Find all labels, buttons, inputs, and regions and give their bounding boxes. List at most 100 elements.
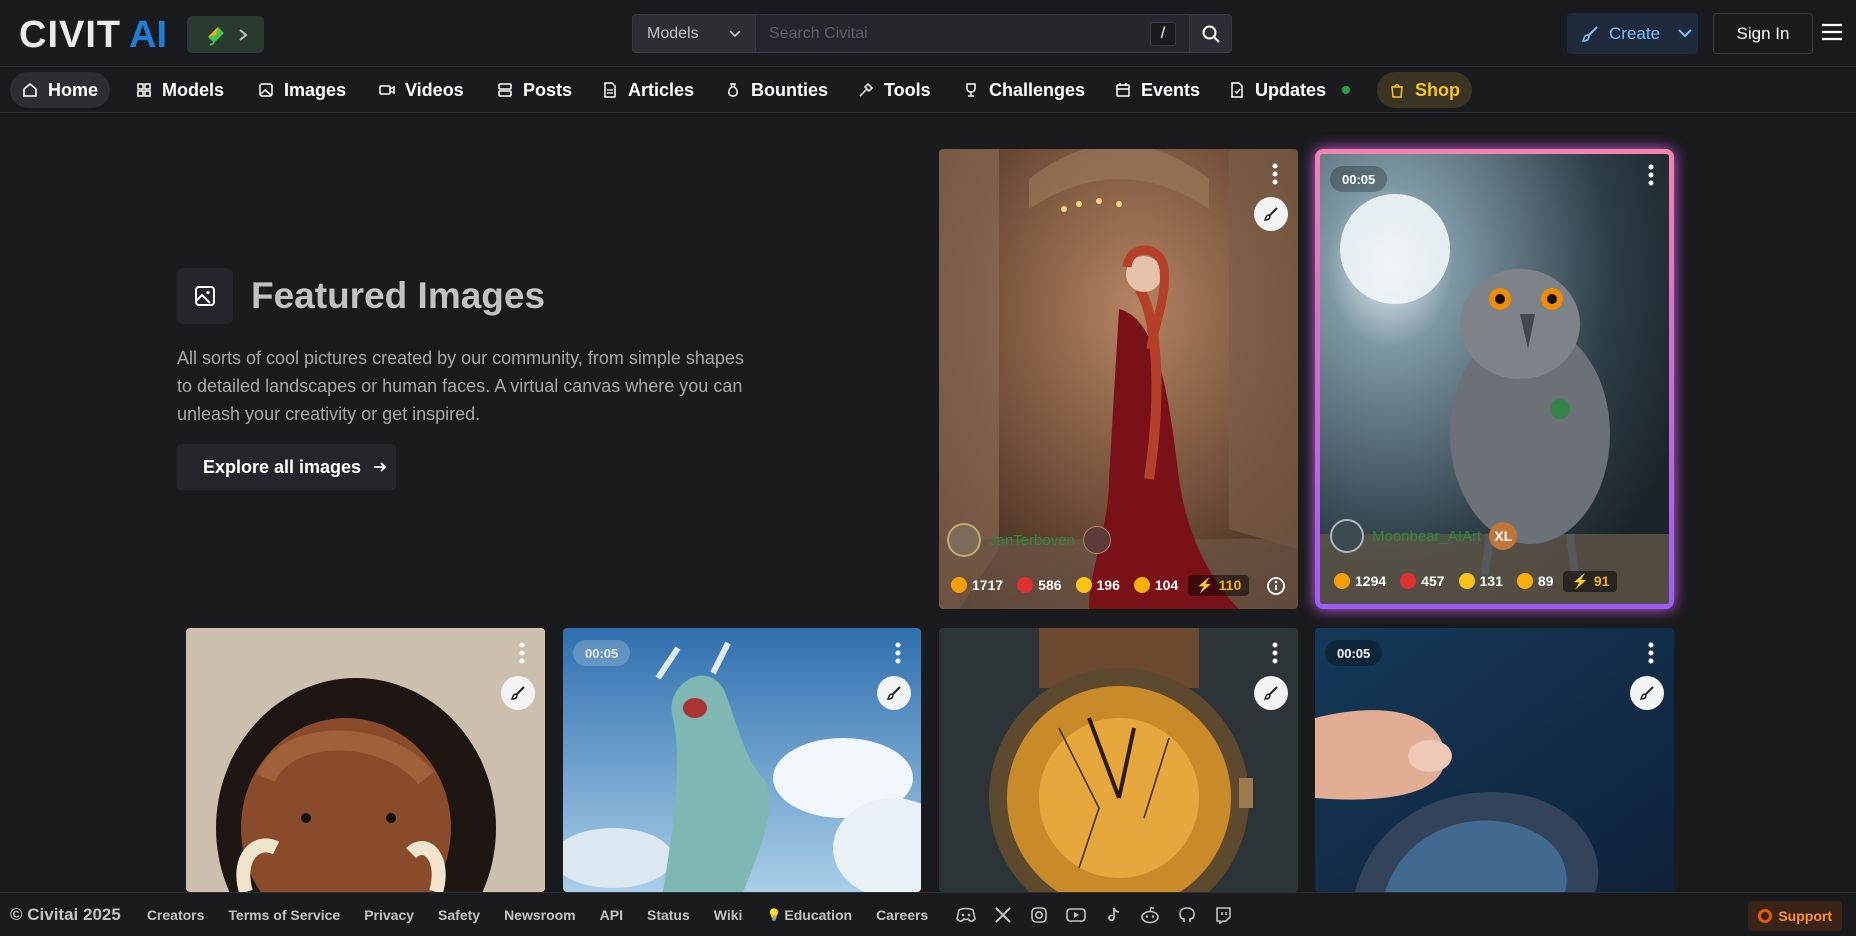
buzz-tip[interactable]: ⚡ 91 (1563, 570, 1618, 592)
image-card[interactable]: 00:05 Moonbear_AIArt XL 1294 457 131 89 … (1315, 149, 1674, 609)
nav-item-posts[interactable]: Posts (485, 72, 584, 108)
more-options-icon[interactable] (519, 642, 525, 664)
nav-label: Challenges (989, 79, 1086, 100)
remix-icon[interactable] (1254, 676, 1288, 710)
create-button[interactable]: Create (1567, 13, 1698, 54)
support-button[interactable]: Support (1748, 901, 1842, 931)
explore-all-images-button[interactable]: Explore all images (177, 444, 396, 490)
footer-link-wiki[interactable]: Wiki (714, 907, 743, 923)
reactions-bar: 1294 457 131 89 ⚡ 91 (1330, 568, 1618, 594)
card-user[interactable]: Moonbear_AIArt XL (1330, 519, 1518, 553)
reaction-cry[interactable]: 104 (1130, 577, 1182, 593)
lightning-icon: ⚡ (1196, 576, 1214, 593)
cry-icon (1516, 573, 1533, 589)
nav-item-models[interactable]: Models (124, 72, 236, 108)
nav-item-videos[interactable]: Videos (367, 72, 476, 108)
arrow-right-icon (373, 461, 387, 473)
search-shortcut-key: / (1150, 22, 1176, 46)
search-bar: Models / (632, 14, 1232, 53)
shopping-bag-icon (1389, 82, 1405, 98)
video-duration: 00:05 (1325, 640, 1383, 666)
search-button[interactable] (1190, 14, 1232, 53)
reaction-like[interactable]: 1717 (947, 577, 1007, 593)
nav-label: Images (284, 79, 347, 100)
youtube-icon[interactable] (1066, 907, 1087, 923)
brush-icon (1581, 25, 1599, 43)
footer-link-creators[interactable]: Creators (147, 907, 205, 923)
image-card[interactable]: 00:05 (563, 628, 921, 892)
menu-icon[interactable] (1821, 23, 1843, 41)
reaction-cry[interactable]: 89 (1513, 573, 1558, 589)
lightbulb-icon: 💡 (766, 907, 782, 922)
footer-link-terms[interactable]: Terms of Service (228, 907, 340, 923)
image-card[interactable] (939, 628, 1298, 892)
video-duration: 00:05 (1330, 166, 1388, 192)
laugh-icon (1075, 577, 1092, 593)
nav-item-updates[interactable]: Updates (1217, 72, 1362, 108)
github-icon[interactable] (1178, 906, 1196, 924)
reaction-heart[interactable]: 586 (1013, 577, 1065, 593)
footer-link-education[interactable]: 💡 Education (766, 907, 852, 923)
nav-label: Articles (628, 79, 695, 100)
image-card[interactable] (186, 628, 545, 892)
footer-link-safety[interactable]: Safety (438, 907, 480, 923)
search-scope-select[interactable]: Models (632, 14, 756, 53)
nav-label: Models (162, 79, 225, 100)
remix-icon[interactable] (877, 676, 911, 710)
info-icon[interactable] (1266, 576, 1286, 596)
more-options-icon[interactable] (1272, 642, 1278, 664)
footer-link-careers[interactable]: Careers (876, 907, 928, 923)
buzz-tip[interactable]: ⚡ 110 (1188, 574, 1250, 596)
instagram-icon[interactable] (1030, 906, 1048, 924)
card-image (1315, 628, 1674, 892)
home-icon (22, 82, 38, 98)
nav-item-images[interactable]: Images (246, 72, 358, 108)
tiktok-icon[interactable] (1104, 906, 1122, 924)
remix-icon[interactable] (501, 676, 535, 710)
nav-item-events[interactable]: Events (1103, 72, 1212, 108)
image-card[interactable]: JanTerboven 1717 586 196 104 ⚡ 110 (939, 149, 1298, 609)
footer-link-newsroom[interactable]: Newsroom (504, 907, 576, 923)
nav-item-articles[interactable]: Articles (590, 72, 706, 108)
nav-item-home[interactable]: Home (10, 72, 111, 108)
more-options-icon[interactable] (1648, 164, 1654, 186)
image-card[interactable]: 00:05 (1315, 628, 1674, 892)
more-options-icon[interactable] (1648, 642, 1654, 664)
civitai-logo[interactable]: CIVIT AI (19, 17, 177, 51)
kite-icon (204, 23, 228, 47)
more-options-icon[interactable] (895, 642, 901, 664)
buzz-promo-button[interactable] (187, 16, 264, 53)
x-twitter-icon[interactable] (994, 906, 1012, 924)
lightning-icon: ⚡ (1571, 572, 1589, 589)
reaction-heart[interactable]: 457 (1396, 573, 1448, 589)
social-links (956, 906, 1232, 924)
footer-link-status[interactable]: Status (647, 907, 690, 923)
page-title: Featured Images (251, 275, 546, 316)
reaction-like[interactable]: 1294 (1330, 573, 1390, 589)
reddit-icon[interactable] (1140, 906, 1160, 924)
card-user[interactable]: JanTerboven (947, 523, 1111, 557)
chevron-down-icon (729, 29, 741, 38)
calendar-icon (1115, 82, 1131, 98)
new-updates-dot (1342, 86, 1351, 94)
nav-item-challenges[interactable]: Challenges (951, 72, 1097, 108)
discord-icon[interactable] (956, 907, 977, 923)
sign-in-button[interactable]: Sign In (1713, 13, 1813, 54)
reaction-laugh[interactable]: 131 (1455, 573, 1507, 589)
nav-label: Videos (405, 79, 464, 100)
xl-badge: XL (1489, 522, 1518, 550)
nav-item-bounties[interactable]: Bounties (713, 72, 840, 108)
nav-item-shop[interactable]: Shop (1377, 72, 1472, 108)
footer-link-api[interactable]: API (600, 907, 623, 923)
nav-label: Posts (523, 79, 573, 100)
nav-item-tools[interactable]: Tools (846, 72, 943, 108)
remix-icon[interactable] (1630, 676, 1664, 710)
footer-link-privacy[interactable]: Privacy (364, 907, 414, 923)
reaction-laugh[interactable]: 196 (1072, 577, 1124, 593)
remix-icon[interactable] (1254, 197, 1288, 231)
support-label: Support (1778, 908, 1832, 924)
card-image (939, 628, 1298, 892)
more-options-icon[interactable] (1272, 163, 1278, 185)
twitch-icon[interactable] (1214, 906, 1232, 924)
search-input[interactable] (769, 24, 1149, 43)
